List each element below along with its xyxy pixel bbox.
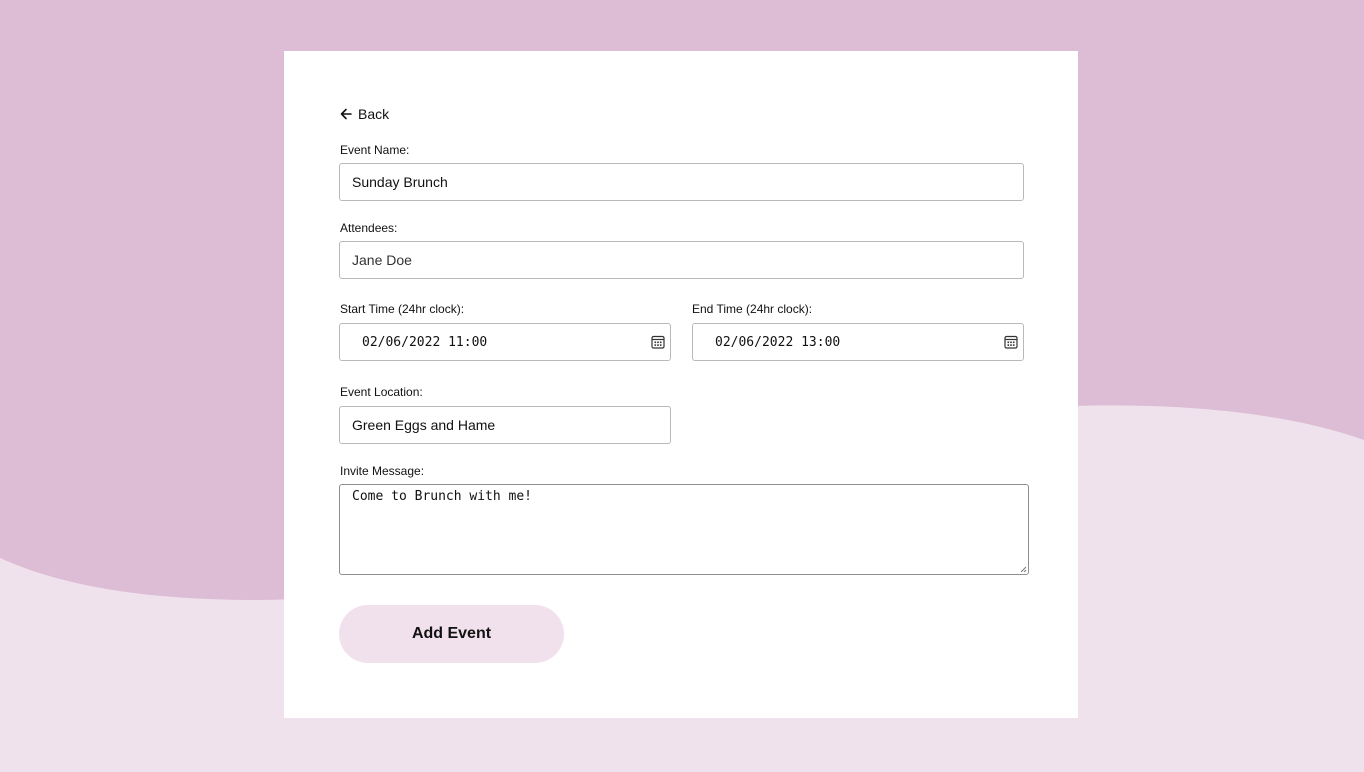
attendees-field[interactable]: Jane Doe xyxy=(339,241,1024,279)
end-time-value: 02/06/2022 13:00 xyxy=(715,334,841,350)
event-name-label: Event Name: xyxy=(340,143,410,157)
invite-message-value: Come to Brunch with me! xyxy=(352,489,533,504)
attendees-value: Jane Doe xyxy=(352,252,412,268)
end-time-label: End Time (24hr clock): xyxy=(692,302,813,316)
calendar-icon[interactable] xyxy=(651,335,665,349)
back-label: Back xyxy=(358,106,390,122)
event-location-value: Green Eggs and Hame xyxy=(352,417,496,433)
end-time-field[interactable]: 02/06/2022 13:00 xyxy=(692,323,1024,361)
resize-grip-icon[interactable] xyxy=(1019,565,1027,573)
start-time-label: Start Time (24hr clock): xyxy=(340,302,465,316)
event-name-field[interactable]: Sunday Brunch xyxy=(339,163,1024,201)
add-event-button[interactable]: Add Event xyxy=(339,605,564,663)
attendees-label: Attendees: xyxy=(340,221,398,235)
invite-message-textarea[interactable]: Come to Brunch with me! xyxy=(339,484,1029,575)
event-location-label: Event Location: xyxy=(340,385,423,399)
event-form-card: Back Event Name: Sunday Brunch Attendees… xyxy=(284,51,1078,718)
calendar-icon[interactable] xyxy=(1004,335,1018,349)
invite-message-label: Invite Message: xyxy=(340,464,425,478)
back-link[interactable]: Back xyxy=(340,106,389,122)
event-name-value: Sunday Brunch xyxy=(352,174,448,190)
start-time-field[interactable]: 02/06/2022 11:00 xyxy=(339,323,671,361)
start-time-value: 02/06/2022 11:00 xyxy=(362,334,488,350)
arrow-left-icon xyxy=(340,108,352,120)
event-location-field[interactable]: Green Eggs and Hame xyxy=(339,406,671,444)
